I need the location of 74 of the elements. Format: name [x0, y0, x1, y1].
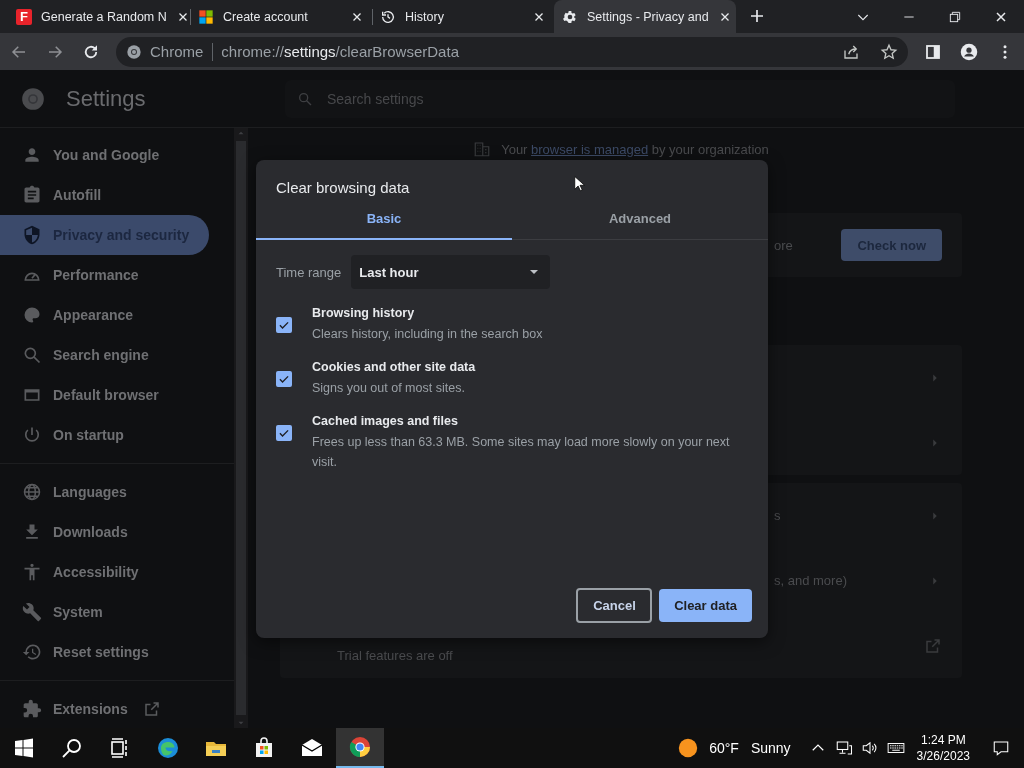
chrome-logo-icon [126, 43, 142, 60]
option-description: Clears history, including in the search box [312, 326, 543, 343]
speaker-icon[interactable] [860, 739, 879, 757]
option-title: Browsing history [312, 306, 416, 320]
wrench-icon [22, 602, 42, 622]
clock-date[interactable]: 3/26/2023 [916, 748, 970, 764]
option-description: Signs you out of most sites. [312, 380, 466, 397]
profile-icon[interactable] [958, 42, 980, 61]
clock-time[interactable]: 1:24 PM [920, 732, 966, 748]
search-icon [60, 736, 84, 760]
search-icon [297, 90, 313, 107]
weather-condition: Sunny [750, 740, 791, 756]
dialog-title: Clear browsing data [276, 179, 410, 196]
time-range-dropdown[interactable]: Last hour [351, 255, 551, 289]
time-range-label: Time range [276, 264, 342, 280]
four-squares-icon [198, 8, 214, 25]
puzzle-piece-icon [22, 699, 42, 719]
sidebar-item[interactable]: System [0, 592, 209, 632]
managed-notice: Your browser is managed by your organization [501, 141, 769, 157]
sidebar-item[interactable]: Downloads [0, 512, 209, 552]
taskbar-app[interactable] [336, 728, 384, 768]
cancel-button[interactable]: Cancel [576, 588, 653, 623]
sun-icon [677, 737, 700, 759]
option-title: Cookies and other site data [312, 360, 476, 374]
shield-icon [22, 225, 42, 245]
scrollbar[interactable] [234, 128, 248, 728]
clear-data-button[interactable]: Clear data [659, 589, 752, 622]
sidebar-item[interactable]: Extensions [0, 689, 209, 729]
history-icon [22, 642, 42, 662]
network-icon[interactable] [834, 739, 853, 757]
windows-logo-icon [12, 736, 36, 760]
star-icon[interactable] [880, 42, 898, 61]
temperature: 60°F [709, 740, 739, 756]
url-text: chrome://settings/clearBrowserData [221, 43, 459, 60]
sidebar-item[interactable]: Search engine [0, 335, 209, 375]
notification-icon[interactable] [992, 739, 1010, 757]
clipboard-icon [22, 185, 42, 205]
address-bar[interactable]: Chrome chrome://settings/clearBrowserData [116, 36, 908, 67]
browser-tab[interactable]: F Generate a Random N [8, 0, 190, 33]
sidebar-item[interactable]: Reset settings [0, 632, 209, 672]
chrome-logo-icon [20, 85, 46, 112]
search-icon [22, 345, 42, 365]
sidebar-item[interactable]: Performance [0, 255, 209, 295]
chrome-icon [348, 735, 372, 759]
sidebar-item[interactable]: Appearance [0, 295, 209, 335]
power-icon [22, 425, 42, 445]
checkbox[interactable] [276, 425, 292, 441]
new-tab-icon[interactable] [748, 7, 766, 25]
building-icon [473, 140, 492, 158]
favicon-icon: F [16, 8, 32, 25]
history-icon [380, 8, 396, 25]
sidebar-item[interactable]: You and Google [0, 135, 209, 175]
accessibility-icon [22, 562, 42, 582]
sidebar-item[interactable]: Accessibility [0, 552, 209, 592]
option-description: Frees up less than 63.3 MB. Some sites may load more slowly on your next visit. [312, 434, 731, 471]
sidebar-item[interactable]: On startup [0, 415, 209, 455]
sidebar-item[interactable]: Default browser [0, 375, 209, 415]
checkbox[interactable] [276, 317, 292, 333]
browser-tab[interactable]: Create account [190, 0, 372, 33]
checkbox[interactable] [276, 371, 292, 387]
settings-icon [562, 8, 578, 25]
sidebar-item[interactable]: Autofill [0, 175, 209, 215]
option-title: Cached images and files [312, 414, 459, 428]
palette-icon [22, 305, 42, 325]
dialog-tab[interactable]: Basic [256, 200, 512, 240]
settings-title: Settings [66, 85, 146, 112]
sidebar-item[interactable]: Languages [0, 472, 209, 512]
browser-tab[interactable]: Settings - Privacy and [554, 0, 736, 33]
site-label: Chrome [150, 42, 214, 61]
browser-icon [156, 736, 180, 760]
browser-tab[interactable]: History [372, 0, 554, 33]
globe-icon [22, 482, 42, 502]
managed-link[interactable]: browser is managed [531, 141, 649, 157]
dialog-tab[interactable]: Advanced [512, 200, 768, 240]
